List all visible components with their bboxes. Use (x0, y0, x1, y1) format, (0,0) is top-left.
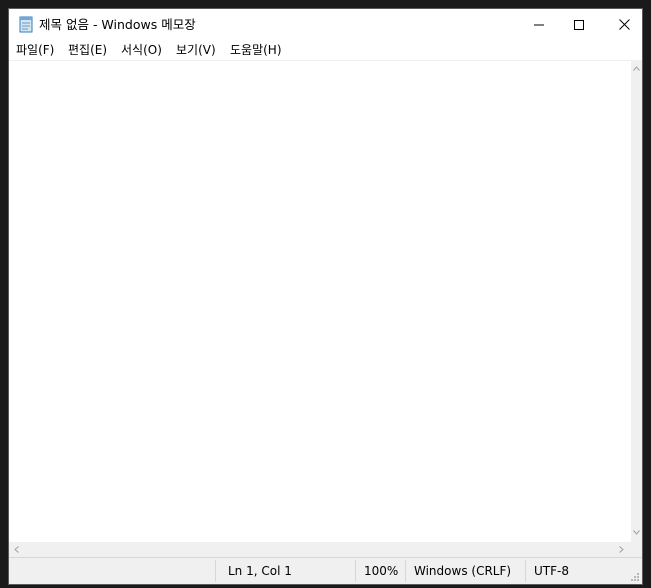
cursor-position: Ln 1, Col 1 (228, 564, 292, 578)
status-separator (355, 560, 356, 582)
maximize-icon (574, 19, 584, 30)
close-button[interactable] (601, 9, 647, 40)
menu-help[interactable]: 도움말(H) (228, 41, 284, 59)
horizontal-scrollbar[interactable] (9, 542, 631, 557)
menu-bar: 파일(F) 편집(E) 서식(O) 보기(V) 도움말(H) (9, 40, 642, 60)
text-editor[interactable] (9, 60, 631, 542)
notepad-window: 제목 없음 - Windows 메모장 파일(F) 편집(E) 서식(O) 보기… (8, 8, 643, 585)
notepad-icon[interactable] (18, 16, 34, 33)
vertical-scrollbar[interactable] (631, 60, 642, 542)
maximize-button[interactable] (556, 9, 602, 40)
title-bar[interactable]: 제목 없음 - Windows 메모장 (9, 9, 642, 40)
status-bar: Ln 1, Col 1 100% Windows (CRLF) UTF-8 (9, 557, 642, 584)
line-ending: Windows (CRLF) (414, 564, 512, 578)
menu-format[interactable]: 서식(O) (119, 41, 164, 59)
menu-file[interactable]: 파일(F) (14, 41, 56, 59)
minimize-icon (534, 24, 544, 25)
status-separator (525, 560, 526, 582)
encoding: UTF-8 (534, 564, 569, 578)
scroll-right-icon[interactable] (619, 546, 624, 553)
window-title: 제목 없음 - Windows 메모장 (39, 17, 196, 32)
scroll-down-icon[interactable] (633, 530, 640, 535)
status-separator (215, 560, 216, 582)
menu-edit[interactable]: 편집(E) (66, 41, 109, 59)
close-icon (618, 19, 630, 30)
menu-view[interactable]: 보기(V) (174, 41, 218, 59)
resize-grip-icon[interactable] (629, 571, 640, 582)
scroll-left-icon[interactable] (14, 546, 19, 553)
status-separator (405, 560, 406, 582)
scroll-up-icon[interactable] (633, 66, 640, 71)
zoom-level: 100% (364, 564, 399, 578)
scrollbar-corner (631, 542, 642, 557)
